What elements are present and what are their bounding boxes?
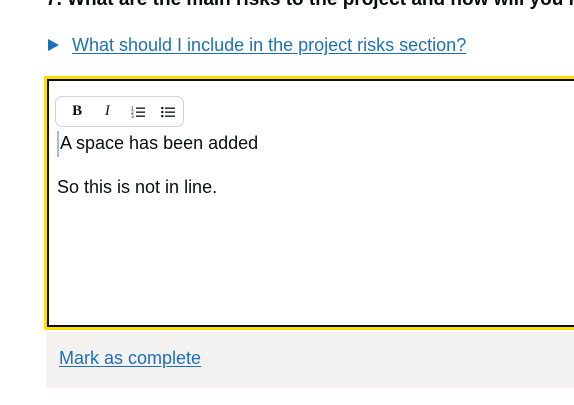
text-caret bbox=[57, 131, 59, 157]
rich-text-editor[interactable]: B I 1 2 3 A space has been added So this… bbox=[44, 76, 574, 330]
mark-as-complete-link[interactable]: Mark as complete bbox=[59, 346, 201, 370]
editor-paragraph: A space has been added bbox=[57, 131, 574, 157]
editor-content[interactable]: A space has been added So this is not in… bbox=[57, 131, 574, 199]
page: 7. What are the main risks to the projec… bbox=[0, 0, 574, 405]
svg-text:3: 3 bbox=[131, 114, 134, 118]
editor-toolbar: B I 1 2 3 bbox=[55, 96, 184, 127]
numbered-list-button[interactable]: 1 2 3 bbox=[123, 100, 153, 124]
bullet-list-icon bbox=[160, 106, 175, 117]
bullet-list-button[interactable] bbox=[153, 100, 183, 124]
details-summary[interactable]: What should I include in the project ris… bbox=[46, 33, 466, 57]
editor-paragraph-text: A space has been added bbox=[60, 133, 259, 153]
question-heading: 7. What are the main risks to the projec… bbox=[46, 0, 574, 12]
editor-paragraph: So this is not in line. bbox=[57, 177, 218, 197]
numbered-list-icon: 1 2 3 bbox=[131, 106, 145, 118]
bold-button[interactable]: B bbox=[62, 100, 92, 124]
details-summary-link[interactable]: What should I include in the project ris… bbox=[72, 33, 466, 57]
italic-button[interactable]: I bbox=[92, 100, 122, 124]
mark-complete-panel: Mark as complete bbox=[46, 332, 574, 388]
triangle-right-icon bbox=[48, 39, 59, 51]
